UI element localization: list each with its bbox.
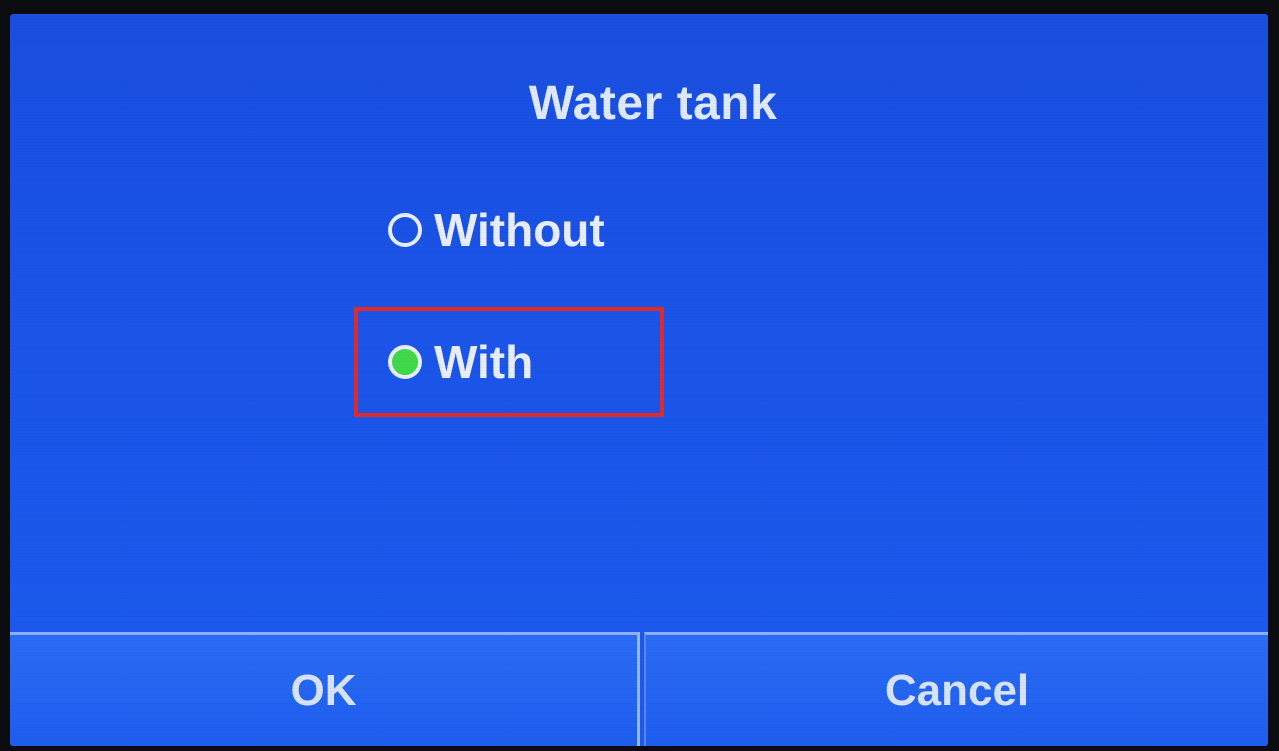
device-bezel: Water tank Without With OK Cancel xyxy=(0,0,1279,751)
radio-option-with[interactable]: With xyxy=(388,332,533,392)
radio-label-without: Without xyxy=(434,204,605,256)
radio-unselected-icon[interactable] xyxy=(388,213,422,247)
ok-button[interactable]: OK xyxy=(10,632,640,746)
cancel-button[interactable]: Cancel xyxy=(644,632,1268,746)
radio-option-without[interactable]: Without xyxy=(388,200,605,260)
radio-selected-icon[interactable] xyxy=(388,345,422,379)
water-tank-dialog: Water tank Without With OK Cancel xyxy=(10,14,1268,746)
radio-label-with: With xyxy=(434,336,534,388)
dialog-title: Water tank xyxy=(528,77,778,130)
